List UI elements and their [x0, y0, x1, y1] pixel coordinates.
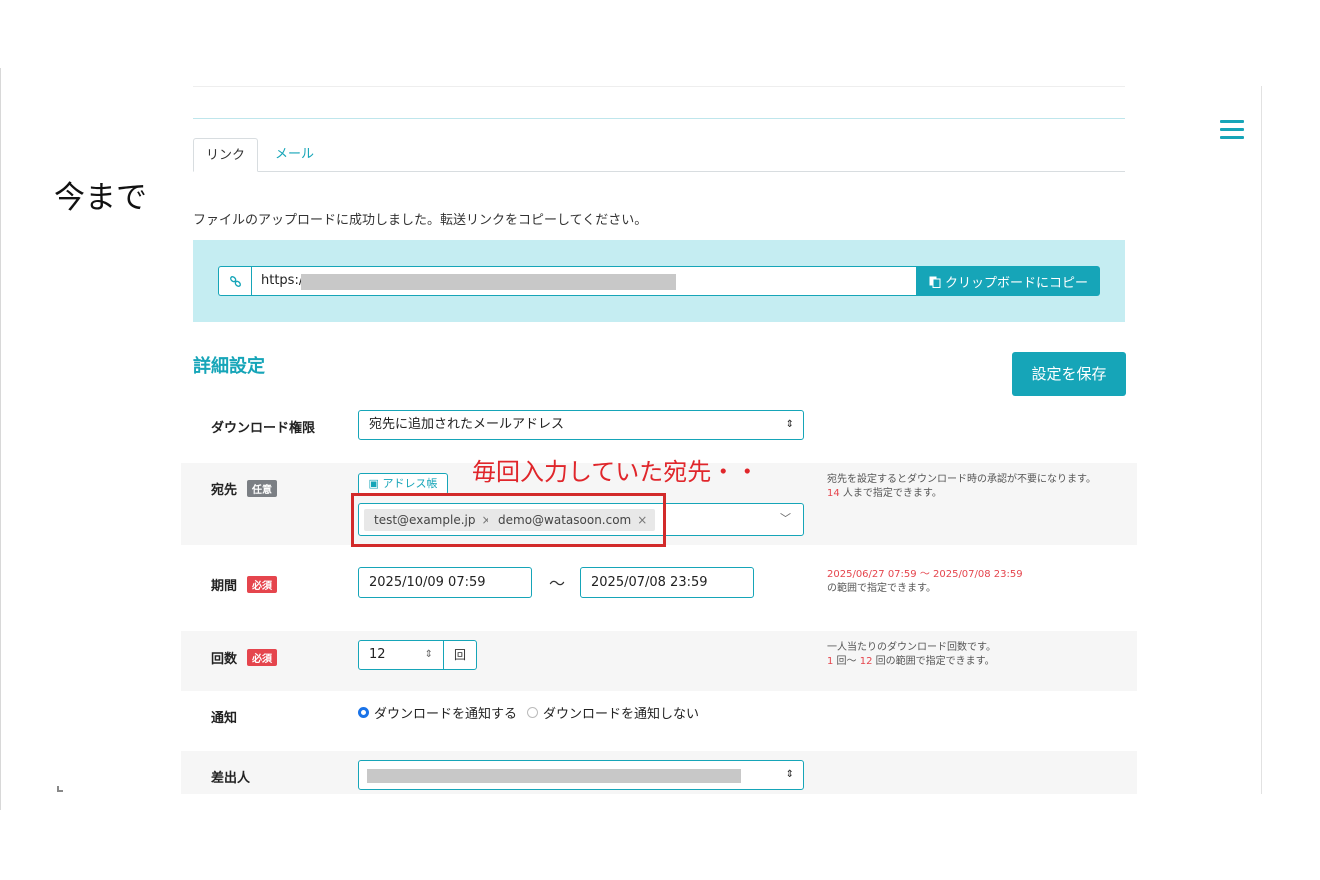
- chevron-down-icon[interactable]: ﹀: [780, 510, 791, 526]
- download-permission-select[interactable]: 宛先に追加されたメールアドレス ⇕: [358, 410, 804, 440]
- radio-unselected-icon[interactable]: [527, 707, 539, 718]
- field-label-text: 宛先: [211, 483, 238, 498]
- left-divider: [0, 68, 1, 810]
- recipients-help: 宛先を設定するとダウンロード時の承認が不要になります。 14 人まで指定できます…: [827, 473, 1096, 501]
- notify-radio-group: ダウンロードを通知する ダウンロードを通知しない: [358, 703, 709, 722]
- copy-to-clipboard-button[interactable]: クリップボードにコピー: [917, 266, 1100, 296]
- help-max-value: 14: [827, 488, 840, 499]
- period-help: 2025/06/27 07:59 〜 2025/07/08 23:59 の範囲で…: [827, 568, 1023, 596]
- url-text: https:/: [261, 273, 304, 288]
- top-divider: [193, 86, 1125, 87]
- period-label: 期間 必須: [211, 575, 278, 594]
- radio-selected-icon[interactable]: [358, 707, 369, 718]
- help-line: 宛先を設定するとダウンロード時の承認が不要になります。: [827, 474, 1096, 485]
- help-suffix: 人まで指定できます。: [839, 488, 942, 499]
- field-label-text: 差出人: [211, 771, 251, 786]
- url-redacted: [301, 274, 676, 290]
- help-line: 1 回〜 12 回の範囲で指定できます。: [827, 655, 996, 669]
- required-badge: 必須: [247, 576, 278, 593]
- radio-label: ダウンロードを通知しない: [543, 707, 700, 722]
- help-suffix: の範囲で指定できます。: [827, 583, 936, 594]
- top-divider-accent: [193, 118, 1125, 119]
- url-input-group: https:/ クリップボードにコピー: [218, 266, 1100, 296]
- address-book-button[interactable]: ▣ アドレス帳: [358, 473, 448, 495]
- hamburger-menu-icon[interactable]: [1220, 120, 1244, 140]
- optional-badge: 任意: [247, 480, 278, 497]
- annotation-highlight-box: [351, 493, 666, 547]
- period-end-input[interactable]: 2025/07/08 23:59: [580, 567, 754, 598]
- help-line: 一人当たりのダウンロード回数です。: [827, 642, 996, 653]
- help-mid: 回〜: [833, 656, 860, 667]
- required-badge: 必須: [247, 649, 278, 666]
- field-label-text: 期間: [211, 579, 238, 594]
- sort-arrows-icon: ⇕: [785, 419, 794, 430]
- copy-button-label: クリップボードにコピー: [944, 275, 1088, 291]
- notify-off-option[interactable]: ダウンロードを通知しない: [527, 703, 699, 722]
- sort-arrows-icon: ⇕: [785, 769, 794, 780]
- sender-redacted: [367, 769, 741, 783]
- count-help: 一人当たりのダウンロード回数です。 1 回〜 12 回の範囲で指定できます。: [827, 641, 996, 669]
- save-settings-button[interactable]: 設定を保存: [1012, 352, 1126, 396]
- count-value: 12: [369, 647, 386, 662]
- clipboard-icon: [929, 276, 941, 288]
- corner-mark: [57, 786, 63, 792]
- download-permission-label: ダウンロード権限: [211, 417, 315, 436]
- field-label-text: ダウンロード権限: [211, 421, 316, 436]
- address-book-icon: ▣: [368, 477, 379, 490]
- notify-label: 通知: [211, 707, 237, 726]
- address-book-label: アドレス帳: [382, 477, 438, 490]
- help-max-value: 12: [859, 656, 873, 667]
- notify-on-option[interactable]: ダウンロードを通知する: [358, 703, 517, 722]
- side-note: 今まで: [54, 180, 147, 216]
- sender-label: 差出人: [211, 767, 250, 786]
- transfer-url-field[interactable]: https:/: [251, 266, 917, 296]
- recipients-label: 宛先 任意: [211, 479, 278, 498]
- tab-bar: リンク メール: [193, 138, 1125, 172]
- tab-mail[interactable]: メール: [275, 138, 314, 172]
- field-label-text: 回数: [211, 652, 238, 667]
- page: 今まで リンク メール ファイルのアップロードに成功しました。転送リンクをコピー…: [0, 0, 1320, 880]
- right-divider: [1261, 86, 1262, 794]
- help-line: 14 人まで指定できます。: [827, 487, 1096, 501]
- link-icon: [218, 266, 251, 296]
- annotation-text: 毎回入力していた宛先・・: [472, 458, 760, 486]
- link-panel: https:/ クリップボードにコピー: [193, 240, 1125, 322]
- stepper-arrows-icon[interactable]: ⇕: [425, 641, 433, 669]
- sender-select[interactable]: ⇕: [358, 760, 804, 790]
- tab-link[interactable]: リンク: [193, 138, 258, 172]
- help-range: 2025/06/27 07:59 〜 2025/07/08 23:59: [827, 569, 1023, 580]
- select-value: 宛先に追加されたメールアドレス: [369, 417, 565, 432]
- download-count-input[interactable]: 12 ⇕: [358, 640, 444, 670]
- count-unit: 回: [443, 640, 477, 670]
- count-label: 回数 必須: [211, 648, 278, 667]
- radio-label: ダウンロードを通知する: [374, 707, 518, 722]
- upload-success-message: ファイルのアップロードに成功しました。転送リンクをコピーしてください。: [193, 213, 648, 228]
- section-title: 詳細設定: [193, 356, 265, 377]
- help-suffix: 回の範囲で指定できます。: [872, 656, 995, 667]
- period-start-input[interactable]: 2025/10/09 07:59: [358, 567, 532, 598]
- period-separator: 〜: [549, 574, 566, 593]
- field-label-text: 通知: [211, 711, 238, 726]
